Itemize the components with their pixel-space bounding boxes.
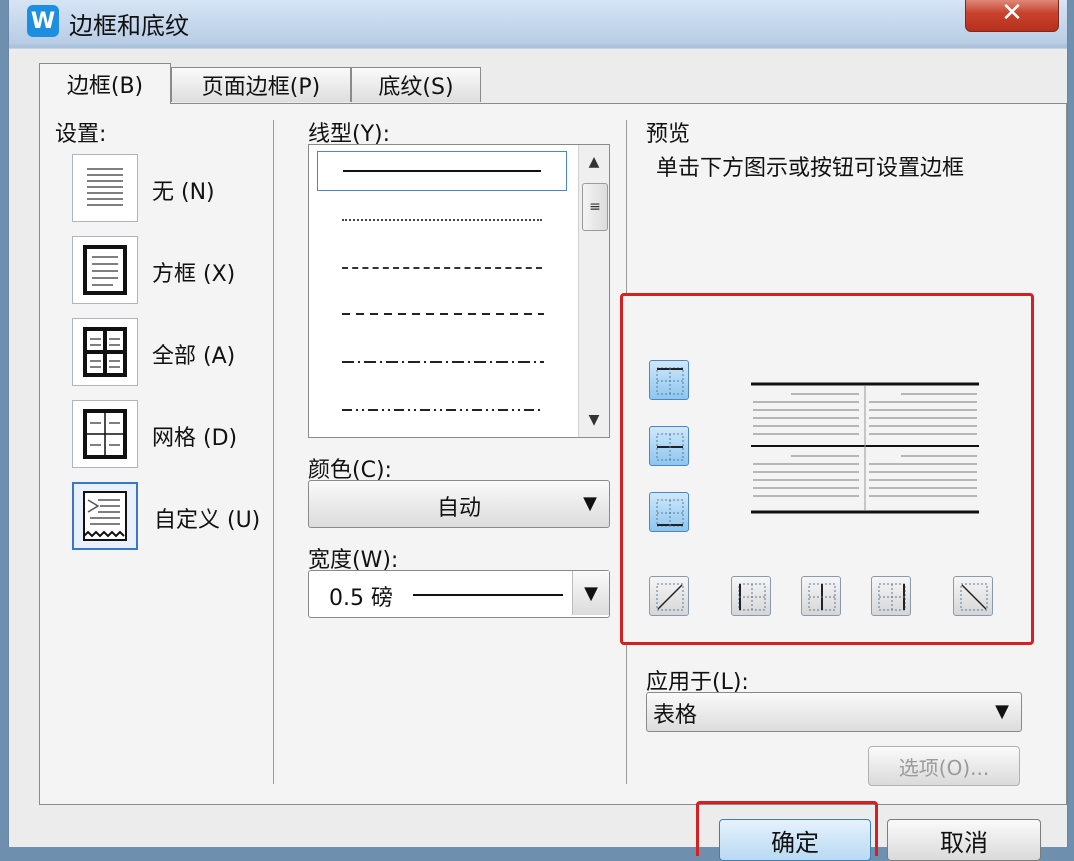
setting-grid-label[interactable]: 网格 (D) [152,420,237,452]
box-border-icon[interactable] [72,236,138,304]
left-border-button[interactable] [731,576,771,616]
right-border-button[interactable] [871,576,911,616]
setting-box-label[interactable]: 方框 (X) [152,256,235,288]
tab-page-border[interactable]: 页面边框(P) [171,67,351,102]
width-dropdown[interactable]: 0.5 磅 ▼ [308,570,610,618]
line-option-dash-dot[interactable] [317,343,567,383]
dialog-body: 边框(B) 页面边框(P) 底纹(S) 设置: 无 (N) 方框 (X) 全部 … [9,49,1067,861]
chevron-down-icon: ▼ [995,701,1009,722]
grid-border-icon[interactable] [72,400,138,468]
inside-vertical-border-button[interactable] [801,576,841,616]
close-button[interactable]: ✕ [965,0,1059,32]
line-option-dashed[interactable] [317,295,567,335]
dialog-window: W 边框和底纹 ✕ 边框(B) 页面边框(P) 底纹(S) 设置: 无 (N) … [8,0,1068,861]
all-borders-icon[interactable] [72,318,138,386]
chevron-down-icon: ▼ [572,571,609,615]
line-style-scrollbar[interactable]: ▲ ≡ ▼ [578,145,609,437]
wps-writer-icon: W [27,5,59,37]
table-preview-diagram[interactable] [751,382,983,518]
width-value: 0.5 磅 [329,586,393,611]
color-dropdown[interactable]: 自动 ▼ [308,480,610,528]
bottom-border-button[interactable] [649,492,689,532]
tab-panel: 设置: 无 (N) 方框 (X) 全部 (A) 网格 (D) 自定义 (U) 线… [39,103,1067,805]
setting-none-label[interactable]: 无 (N) [152,174,215,206]
preview-heading: 预览 [646,122,691,147]
top-border-button[interactable] [649,360,689,400]
settings-heading: 设置: [55,122,107,147]
scroll-down-arrow-icon[interactable]: ▼ [579,405,609,435]
line-style-list[interactable]: ▲ ≡ ▼ [308,144,610,438]
diagonal-down-border-button[interactable] [953,576,993,616]
divider [273,120,274,784]
dialog-title: 边框和底纹 [69,12,189,40]
custom-border-icon[interactable] [72,482,138,550]
tab-borders[interactable]: 边框(B) [39,63,171,104]
diagonal-up-border-button[interactable] [649,576,689,616]
line-option-dashed-short[interactable] [317,247,567,287]
scroll-thumb[interactable]: ≡ [582,183,608,231]
cancel-button[interactable]: 取消 [887,819,1041,861]
preview-hint: 单击下方图示或按钮可设置边框 [656,156,965,181]
line-option-dotted[interactable] [317,199,567,239]
line-option-solid[interactable] [317,151,567,191]
inside-horizontal-border-button[interactable] [649,426,689,466]
setting-custom-label[interactable]: 自定义 (U) [154,502,260,534]
width-sample-line [413,594,563,596]
line-option-dash-dot-dot[interactable] [317,391,567,431]
apply-to-value: 表格 [653,703,698,728]
options-button[interactable]: 选项(O)... [868,746,1020,786]
scroll-up-arrow-icon[interactable]: ▲ [579,147,609,177]
no-border-icon[interactable] [72,154,138,222]
title-bar: W 边框和底纹 ✕ [9,0,1067,44]
apply-to-dropdown[interactable]: 表格 ▼ [646,692,1022,732]
tab-shading[interactable]: 底纹(S) [351,67,481,102]
preview-area [620,293,1034,645]
ok-highlight-frame [696,801,878,856]
color-value: 自动 [436,496,481,521]
chevron-down-icon: ▼ [583,493,597,514]
setting-all-label[interactable]: 全部 (A) [152,338,235,370]
